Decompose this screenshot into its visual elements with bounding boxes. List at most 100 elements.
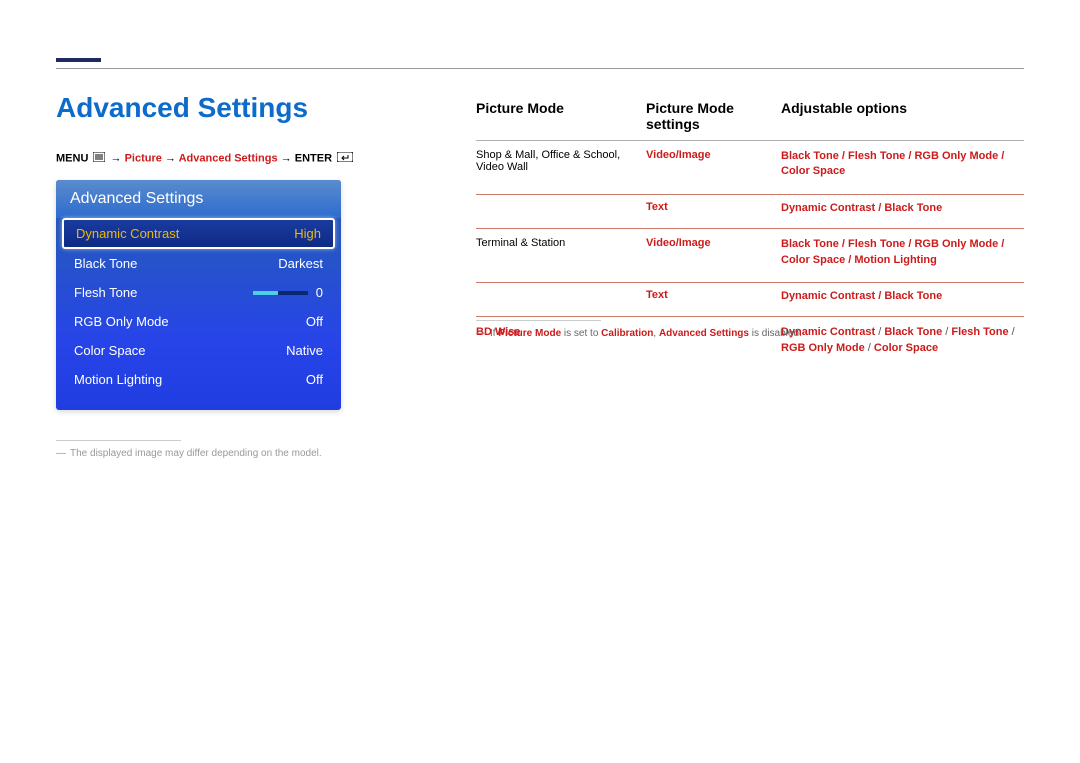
- panel-row-motion-lighting[interactable]: Motion Lighting Off: [56, 365, 341, 394]
- cell-setting: Video/Image: [646, 149, 781, 180]
- note-text-suffix: is disabled.: [749, 328, 802, 339]
- opt: RGB Only Mode: [914, 150, 998, 162]
- panel-row-rgb-only-mode[interactable]: RGB Only Mode Off: [56, 307, 341, 336]
- opt: Color Space: [874, 342, 938, 354]
- opt: Black Tone: [884, 290, 942, 302]
- separator: /: [942, 326, 951, 338]
- panel-row-color-space[interactable]: Color Space Native: [56, 336, 341, 365]
- panel-row-value: 0: [316, 285, 323, 300]
- opt: Motion Lighting: [854, 254, 936, 266]
- panel-row-slider-wrap: 0: [253, 285, 323, 300]
- page-title: Advanced Settings: [56, 92, 308, 124]
- panel-title: Advanced Settings: [56, 180, 341, 218]
- slider-track[interactable]: [253, 291, 308, 295]
- opt: RGB Only Mode: [914, 238, 998, 250]
- separator: /: [998, 150, 1004, 162]
- footnote-divider: [56, 440, 181, 441]
- panel-row-label: Dynamic Contrast: [76, 226, 294, 241]
- slider-fill: [253, 291, 278, 295]
- opt: Flesh Tone: [848, 238, 905, 250]
- panel-row-value: High: [294, 226, 321, 241]
- opt: Black Tone: [884, 202, 942, 214]
- dash-icon: ―: [56, 448, 66, 459]
- breadcrumb-arrow: →: [165, 152, 179, 164]
- opt: Dynamic Contrast: [781, 202, 875, 214]
- panel-row-label: RGB Only Mode: [74, 314, 306, 329]
- breadcrumb-arrow: →: [281, 152, 295, 164]
- separator: /: [1009, 326, 1015, 338]
- panel-footnote: ― The displayed image may differ dependin…: [56, 448, 322, 459]
- opt: Flesh Tone: [848, 150, 905, 162]
- panel-row-label: Color Space: [74, 343, 286, 358]
- opt: Color Space: [781, 165, 845, 177]
- cell-picture-mode: Shop & Mall, Office & School, Video Wall: [476, 149, 646, 180]
- breadcrumb-menu: MENU: [56, 152, 88, 164]
- table-group-bd-wise: BD Wise Dynamic Contrast / Black Tone / …: [476, 317, 1024, 370]
- cell-setting: Video/Image: [646, 237, 781, 268]
- cell-options: Black Tone / Flesh Tone / RGB Only Mode …: [781, 149, 1024, 180]
- mode-office-school: Office & School: [541, 149, 617, 161]
- opt: Flesh Tone: [951, 326, 1008, 338]
- col-header-picture-mode: Picture Mode: [476, 100, 646, 132]
- cell-options: Black Tone / Flesh Tone / RGB Only Mode …: [781, 237, 1024, 268]
- header-accent-bar: [56, 58, 101, 62]
- col-header-adjustable-options: Adjustable options: [781, 100, 1024, 132]
- opt: Color Space: [781, 254, 845, 266]
- cell-setting: Text: [646, 289, 781, 304]
- separator: /: [839, 150, 848, 162]
- breadcrumb-advanced: Advanced Settings: [179, 152, 278, 164]
- table-header: Picture Mode Picture Mode settings Adjus…: [476, 100, 1024, 141]
- panel-row-value: Off: [306, 314, 323, 329]
- table-group-shop-mall: Shop & Mall, Office & School, Video Wall…: [476, 141, 1024, 229]
- panel-row-label: Black Tone: [74, 256, 278, 271]
- separator: ,: [617, 149, 620, 161]
- note-picture-mode: Picture Mode: [498, 328, 561, 339]
- footnote-text: The displayed image may differ depending…: [70, 448, 322, 459]
- breadcrumb-arrow: →: [111, 152, 125, 164]
- note-divider: [476, 320, 601, 321]
- table-row: Terminal & Station Video/Image Black Ton…: [476, 229, 1024, 283]
- note-text-mid1: is set to: [561, 328, 601, 339]
- note-advanced-settings: Advanced Settings: [659, 328, 749, 339]
- mode-video-wall: Video Wall: [476, 161, 528, 173]
- col-header-picture-mode-settings: Picture Mode settings: [646, 100, 781, 132]
- opt: Dynamic Contrast: [781, 290, 875, 302]
- header-rule: [56, 68, 1024, 69]
- separator: /: [875, 290, 884, 302]
- settings-panel: Advanced Settings Dynamic Contrast High …: [56, 180, 341, 410]
- menu-icon: [93, 152, 105, 165]
- separator: /: [875, 202, 884, 214]
- opt: RGB Only Mode: [781, 342, 865, 354]
- table-row: Text Dynamic Contrast / Black Tone: [476, 195, 1024, 222]
- cell-options: Dynamic Contrast / Black Tone: [781, 201, 1024, 216]
- panel-row-dynamic-contrast[interactable]: Dynamic Contrast High: [62, 218, 335, 249]
- table-group-terminal-station: Terminal & Station Video/Image Black Ton…: [476, 229, 1024, 317]
- separator: /: [845, 254, 854, 266]
- cell-picture-mode-empty: [476, 201, 646, 216]
- cell-setting: Text: [646, 201, 781, 216]
- separator: /: [875, 326, 884, 338]
- panel-row-value: Native: [286, 343, 323, 358]
- breadcrumb-enter: ENTER: [295, 152, 332, 164]
- breadcrumb: MENU → Picture → Advanced Settings → ENT…: [56, 152, 353, 165]
- calibration-note: ―If Picture Mode is set to Calibration, …: [476, 328, 802, 339]
- table-row: Text Dynamic Contrast / Black Tone: [476, 283, 1024, 310]
- cell-picture-mode: Terminal & Station: [476, 237, 646, 268]
- cell-options: Dynamic Contrast / Black Tone: [781, 289, 1024, 304]
- opt: Black Tone: [781, 150, 839, 162]
- panel-row-label: Motion Lighting: [74, 372, 306, 387]
- separator: /: [865, 342, 874, 354]
- mode-shop-mall: Shop & Mall: [476, 149, 535, 161]
- note-calibration: Calibration: [601, 328, 653, 339]
- enter-icon: [337, 152, 353, 165]
- cell-picture-mode-empty: [476, 289, 646, 304]
- panel-row-label: Flesh Tone: [74, 285, 253, 300]
- panel-row-flesh-tone[interactable]: Flesh Tone 0: [56, 278, 341, 307]
- opt: Black Tone: [884, 326, 942, 338]
- panel-row-value: Darkest: [278, 256, 323, 271]
- dash-icon: ―: [476, 328, 486, 339]
- table-row: Shop & Mall, Office & School, Video Wall…: [476, 141, 1024, 195]
- breadcrumb-picture: Picture: [125, 152, 162, 164]
- separator: /: [839, 238, 848, 250]
- panel-row-black-tone[interactable]: Black Tone Darkest: [56, 249, 341, 278]
